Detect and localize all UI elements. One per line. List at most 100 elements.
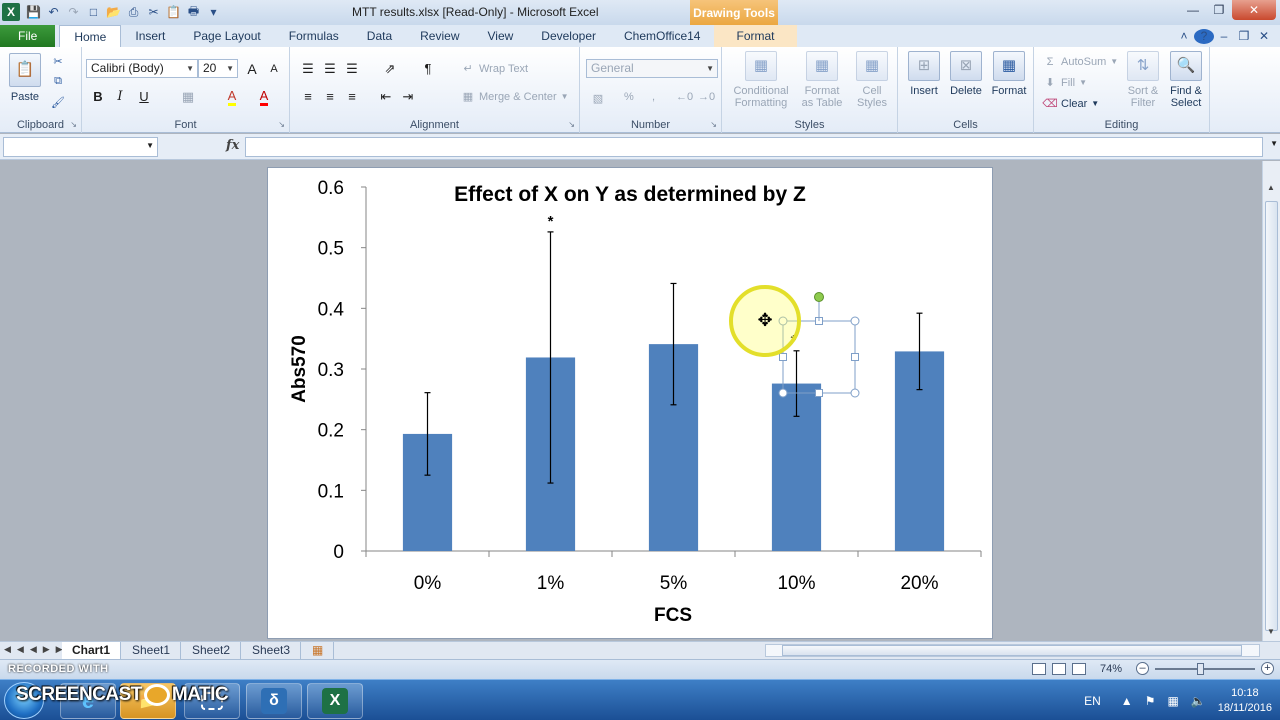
align-right-icon[interactable]: ≡ xyxy=(342,87,362,106)
taskbar-chemoffice[interactable]: δ xyxy=(246,683,302,719)
redo-icon[interactable]: ↷ xyxy=(64,3,83,21)
font-color-button[interactable]: A xyxy=(254,87,274,106)
restore-icon[interactable]: ❐ xyxy=(1206,0,1232,20)
tab-developer[interactable]: Developer xyxy=(527,25,610,47)
normal-view-icon[interactable] xyxy=(1031,662,1046,675)
undo-icon[interactable]: ↶ xyxy=(44,3,63,21)
scroll-thumb[interactable] xyxy=(1265,201,1278,631)
paste-button[interactable]: 📋 Paste xyxy=(6,53,44,103)
underline-button[interactable]: U xyxy=(134,87,154,106)
merge-center-button[interactable]: ▦ Merge & Center ▼ xyxy=(460,89,569,104)
help-icon[interactable]: ? xyxy=(1194,28,1214,44)
doc-restore-icon[interactable]: ❐ xyxy=(1234,29,1254,43)
zoom-out-icon[interactable]: – xyxy=(1136,662,1149,675)
tab-chemoffice[interactable]: ChemOffice14 xyxy=(610,25,714,47)
scroll-thumb[interactable] xyxy=(782,645,1242,656)
increase-indent-icon[interactable]: ⇥ xyxy=(398,87,418,106)
cut-button[interactable]: ✂ xyxy=(50,54,69,69)
formula-input[interactable] xyxy=(245,137,1263,157)
zoom-slider[interactable] xyxy=(1155,662,1255,675)
tab-page-layout[interactable]: Page Layout xyxy=(179,25,274,47)
launcher-icon[interactable]: ↘ xyxy=(710,120,717,129)
taskbar-excel[interactable]: X xyxy=(307,683,363,719)
tab-insert[interactable]: Insert xyxy=(121,25,179,47)
insert-sheet-icon[interactable]: ▦ xyxy=(302,642,335,659)
paragraph-icon[interactable]: ¶ xyxy=(418,59,438,78)
save-icon[interactable]: 💾 xyxy=(24,3,43,21)
minimize-icon[interactable]: — xyxy=(1180,0,1206,20)
format-button[interactable]: ▦ Format xyxy=(988,51,1030,97)
expand-formula-icon[interactable]: ▼ xyxy=(1270,139,1278,148)
horizontal-scrollbar[interactable] xyxy=(765,644,1260,657)
find-select-button[interactable]: 🔍 Find & Select xyxy=(1164,51,1208,109)
zoom-in-icon[interactable]: + xyxy=(1261,662,1274,675)
comma-button[interactable]: , xyxy=(652,91,655,103)
launcher-icon[interactable]: ↘ xyxy=(568,120,575,129)
vertical-scrollbar[interactable]: ▲ ▼ xyxy=(1262,161,1280,641)
launcher-icon[interactable]: ↘ xyxy=(70,120,77,129)
volume-icon[interactable]: 🔈 xyxy=(1191,694,1206,708)
tab-view[interactable]: View xyxy=(474,25,528,47)
bold-button[interactable]: B xyxy=(88,87,108,106)
page-layout-view-icon[interactable] xyxy=(1051,662,1066,675)
doc-minimize-icon[interactable]: – xyxy=(1214,29,1234,43)
page-break-view-icon[interactable] xyxy=(1071,662,1086,675)
autosum-button[interactable]: Σ AutoSum ▼ xyxy=(1042,54,1119,69)
increase-decimal-icon[interactable]: ←0 xyxy=(676,91,693,103)
chart[interactable]: Effect of X on Y as determined by Z 0 0.1 0… xyxy=(267,167,993,639)
sort-filter-button[interactable]: ⇅ Sort & Filter xyxy=(1122,51,1164,109)
align-bottom-icon[interactable]: ☰ xyxy=(342,59,362,78)
launcher-icon[interactable]: ↘ xyxy=(278,120,285,129)
align-left-icon[interactable]: ≡ xyxy=(298,87,318,106)
paste-icon[interactable]: 📋 xyxy=(164,3,183,21)
delete-button[interactable]: ⊠ Delete xyxy=(946,51,986,97)
italic-button[interactable]: I xyxy=(110,87,130,106)
print-icon[interactable]: ⎙ xyxy=(124,3,143,21)
zoom-level[interactable]: 74% xyxy=(1100,663,1122,675)
wrap-text-button[interactable]: ↵ Wrap Text xyxy=(460,61,528,76)
scroll-down-icon[interactable]: ▼ xyxy=(1267,627,1275,636)
close-icon[interactable]: ✕ xyxy=(1232,0,1276,20)
zoom-slider-knob[interactable] xyxy=(1197,662,1204,675)
customize-icon[interactable]: ▾ xyxy=(204,3,223,21)
minimize-ribbon-icon[interactable]: ˄ xyxy=(1174,29,1194,43)
sheet-tab-sheet1[interactable]: Sheet1 xyxy=(122,642,182,659)
conditional-formatting-button[interactable]: ▦ Conditional Formatting xyxy=(730,51,792,109)
insert-button[interactable]: ⊞ Insert xyxy=(904,51,944,97)
tray-up-icon[interactable]: ▲ xyxy=(1121,694,1133,708)
print-preview-icon[interactable]: 🖶 xyxy=(184,3,203,21)
flag-icon[interactable]: ⚑ xyxy=(1145,694,1156,708)
format-as-table-button[interactable]: ▦ Format as Table xyxy=(798,51,846,109)
name-box[interactable]: ▼ xyxy=(3,137,158,157)
cell-styles-button[interactable]: ▦ Cell Styles xyxy=(850,51,894,109)
new-file-icon[interactable]: □ xyxy=(84,3,103,21)
orientation-icon[interactable]: ⇗ xyxy=(380,59,400,78)
decrease-decimal-icon[interactable]: →0 xyxy=(698,91,715,103)
font-size-combo[interactable]: 20 ▼ xyxy=(198,59,238,78)
scroll-up-icon[interactable]: ▲ xyxy=(1267,183,1275,192)
network-icon[interactable]: ▦ xyxy=(1167,694,1178,708)
insert-function-icon[interactable]: fx xyxy=(226,138,239,153)
percent-button[interactable]: % xyxy=(624,91,634,103)
clock[interactable]: 10:18 18/11/2016 xyxy=(1218,686,1272,716)
clear-button[interactable]: ⌫ Clear ▼ xyxy=(1042,96,1099,111)
copy-button[interactable]: ⧉ xyxy=(50,74,69,89)
language-indicator[interactable]: EN xyxy=(1084,694,1101,708)
tab-review[interactable]: Review xyxy=(406,25,473,47)
excel-logo-icon[interactable]: X xyxy=(2,3,20,21)
currency-icon[interactable]: ▧ xyxy=(590,91,609,106)
sheet-tab-chart1[interactable]: Chart1 xyxy=(62,642,122,659)
doc-close-icon[interactable]: ✕ xyxy=(1254,29,1274,43)
format-painter-button[interactable]: 🖌 xyxy=(50,95,69,110)
align-center-icon[interactable]: ≡ xyxy=(320,87,340,106)
fill-button[interactable]: ⬇ Fill ▼ xyxy=(1042,75,1087,90)
number-format-combo[interactable]: General ▼ xyxy=(586,59,718,78)
cut-icon[interactable]: ✂ xyxy=(144,3,163,21)
shrink-font-button[interactable]: A xyxy=(264,59,284,78)
decrease-indent-icon[interactable]: ⇤ xyxy=(376,87,396,106)
tab-data[interactable]: Data xyxy=(353,25,406,47)
tab-home[interactable]: Home xyxy=(59,25,122,47)
align-top-icon[interactable]: ☰ xyxy=(298,59,318,78)
tab-format[interactable]: Format xyxy=(714,25,797,47)
open-folder-icon[interactable]: 📂 xyxy=(104,3,123,21)
